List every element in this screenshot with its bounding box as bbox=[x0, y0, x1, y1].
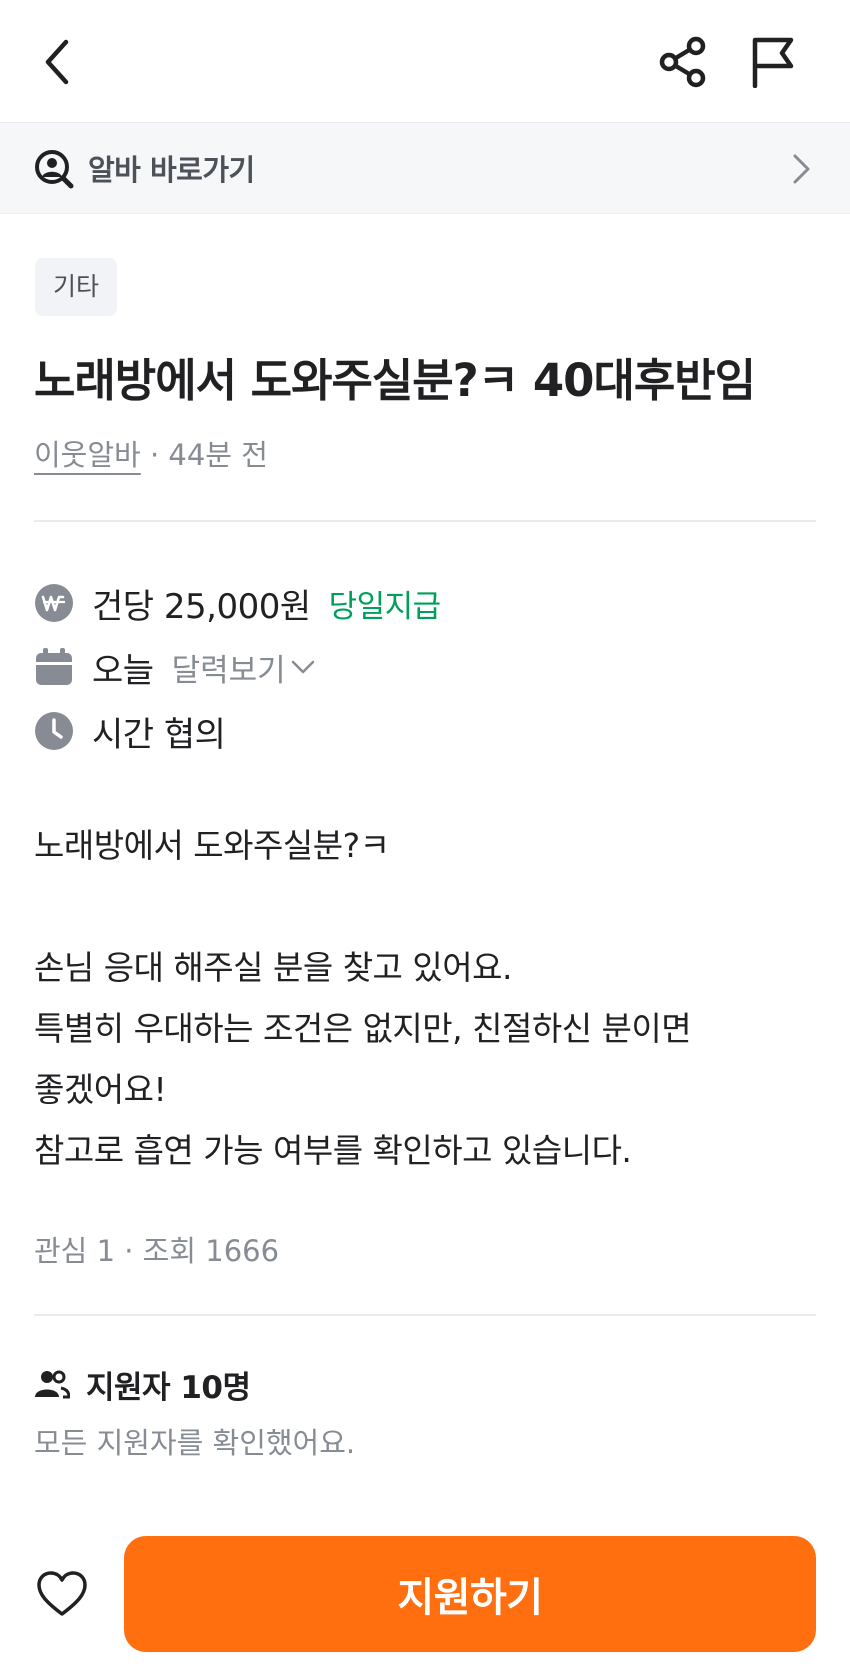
post-stats: 관심 1 · 조회 1666 bbox=[34, 1234, 280, 1268]
time-text: 시간 협의 bbox=[92, 714, 226, 755]
view-calendar-label: 달력보기 bbox=[171, 652, 286, 689]
chevron-right-icon bbox=[793, 154, 810, 184]
alba-shortcut-banner[interactable]: 알바 바로가기 bbox=[0, 122, 850, 214]
users-icon bbox=[35, 1370, 70, 1399]
like-button[interactable] bbox=[34, 1566, 90, 1622]
date-row: 오늘 달력보기 bbox=[34, 645, 316, 691]
view-calendar-link[interactable]: 달력보기 bbox=[172, 645, 316, 690]
pay-text: 건당 25,000원 bbox=[92, 586, 311, 627]
applicants-status: 모든 지원자를 확인했어요. bbox=[34, 1426, 356, 1460]
description-line: 특별히 우대하는 조건은 없지만, 친절하신 분이면 bbox=[34, 1009, 692, 1048]
report-button[interactable] bbox=[740, 30, 806, 94]
date-text: 오늘 bbox=[92, 650, 154, 691]
apply-button[interactable]: 지원하기 bbox=[124, 1536, 816, 1652]
post-description: 노래방에서 도와주실분?ㅋ 손님 응대 해주실 분을 찾고 있어요. 특별히 우… bbox=[34, 815, 824, 1181]
meta-separator: · bbox=[140, 438, 169, 472]
description-line: 참고로 흡연 가능 여부를 확인하고 있습니다. bbox=[34, 1131, 632, 1170]
post-meta: 이웃알바 · 44분 전 bbox=[34, 432, 268, 474]
post-title: 노래방에서 도와주실분?ㅋ 40대후반임 bbox=[34, 354, 756, 407]
description-line: 노래방에서 도와주실분?ㅋ bbox=[34, 826, 390, 865]
time-row: 시간 협의 bbox=[34, 709, 226, 755]
time-ago: 44분 전 bbox=[168, 438, 268, 472]
pay-row: 건당 25,000원 당일지급 bbox=[34, 581, 442, 627]
chevron-down-icon bbox=[291, 660, 314, 674]
category-badge: 기타 bbox=[35, 258, 118, 316]
applicants-count: 지원자 10명 bbox=[86, 1369, 251, 1406]
description-line bbox=[34, 876, 824, 937]
description-line: 좋겠어요! bbox=[34, 1070, 167, 1109]
description-line: 손님 응대 해주실 분을 찾고 있어요. bbox=[34, 948, 512, 987]
clock-icon bbox=[35, 712, 73, 750]
author-link[interactable]: 이웃알바 bbox=[34, 438, 141, 472]
back-button[interactable] bbox=[28, 30, 88, 94]
share-icon bbox=[659, 36, 706, 88]
heart-icon bbox=[37, 1571, 87, 1616]
shortcut-label: 알바 바로가기 bbox=[88, 153, 255, 187]
share-button[interactable] bbox=[650, 30, 716, 94]
won-icon bbox=[35, 584, 73, 622]
divider bbox=[34, 1314, 816, 1316]
divider bbox=[34, 520, 816, 522]
flag-icon bbox=[752, 37, 794, 88]
chevron-left-icon bbox=[45, 39, 69, 85]
top-bar bbox=[0, 0, 850, 122]
bottom-action-bar: 지원하기 bbox=[0, 1520, 850, 1669]
same-day-pay-tag: 당일지급 bbox=[328, 588, 442, 625]
user-search-icon bbox=[35, 150, 74, 189]
calendar-icon bbox=[36, 648, 72, 685]
applicants-header: 지원자 10명 bbox=[34, 1362, 251, 1406]
